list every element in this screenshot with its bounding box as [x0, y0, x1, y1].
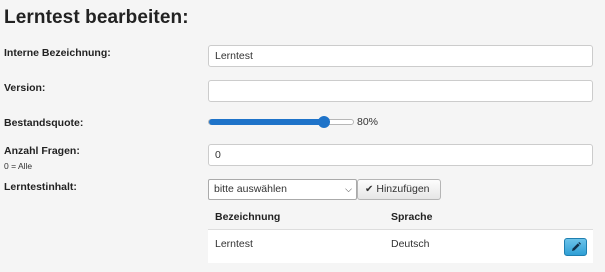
table-row: Lerntest Deutsch: [208, 229, 593, 263]
content-select[interactable]: bitte auswählen ⌵: [208, 179, 357, 200]
quota-value: 80%: [357, 116, 379, 128]
quota-slider-fill: [209, 119, 325, 125]
question-count-hint: 0 = Alle: [4, 161, 33, 171]
content-label: Lerntestinhalt:: [4, 181, 77, 193]
edit-row-button[interactable]: [564, 238, 587, 256]
add-content-button-label: Hinzufügen: [376, 183, 430, 195]
pencil-icon: [572, 242, 581, 251]
version-input[interactable]: [208, 80, 593, 102]
column-header-name: Bezeichnung: [215, 211, 281, 223]
row-language: Deutsch: [391, 238, 430, 250]
quota-slider-thumb[interactable]: [318, 116, 331, 128]
internal-name-label: Interne Bezeichnung:: [4, 47, 111, 59]
content-table-header: Bezeichnung Sprache: [208, 204, 593, 228]
chevron-down-icon: ⌵: [345, 184, 352, 194]
version-label: Version:: [4, 82, 46, 94]
quota-slider[interactable]: [208, 116, 354, 128]
question-count-label: Anzahl Fragen:: [4, 145, 80, 157]
add-content-button[interactable]: ✔ Hinzufügen: [357, 179, 441, 200]
check-icon: ✔: [365, 184, 374, 195]
content-select-value: bitte auswählen: [214, 183, 287, 195]
row-name: Lerntest: [215, 238, 253, 250]
internal-name-input[interactable]: [208, 45, 593, 67]
column-header-language: Sprache: [391, 211, 433, 223]
quota-label: Bestandsquote:: [4, 117, 84, 129]
question-count-input[interactable]: [208, 144, 593, 166]
page-title: Lerntest bearbeiten:: [4, 7, 189, 28]
